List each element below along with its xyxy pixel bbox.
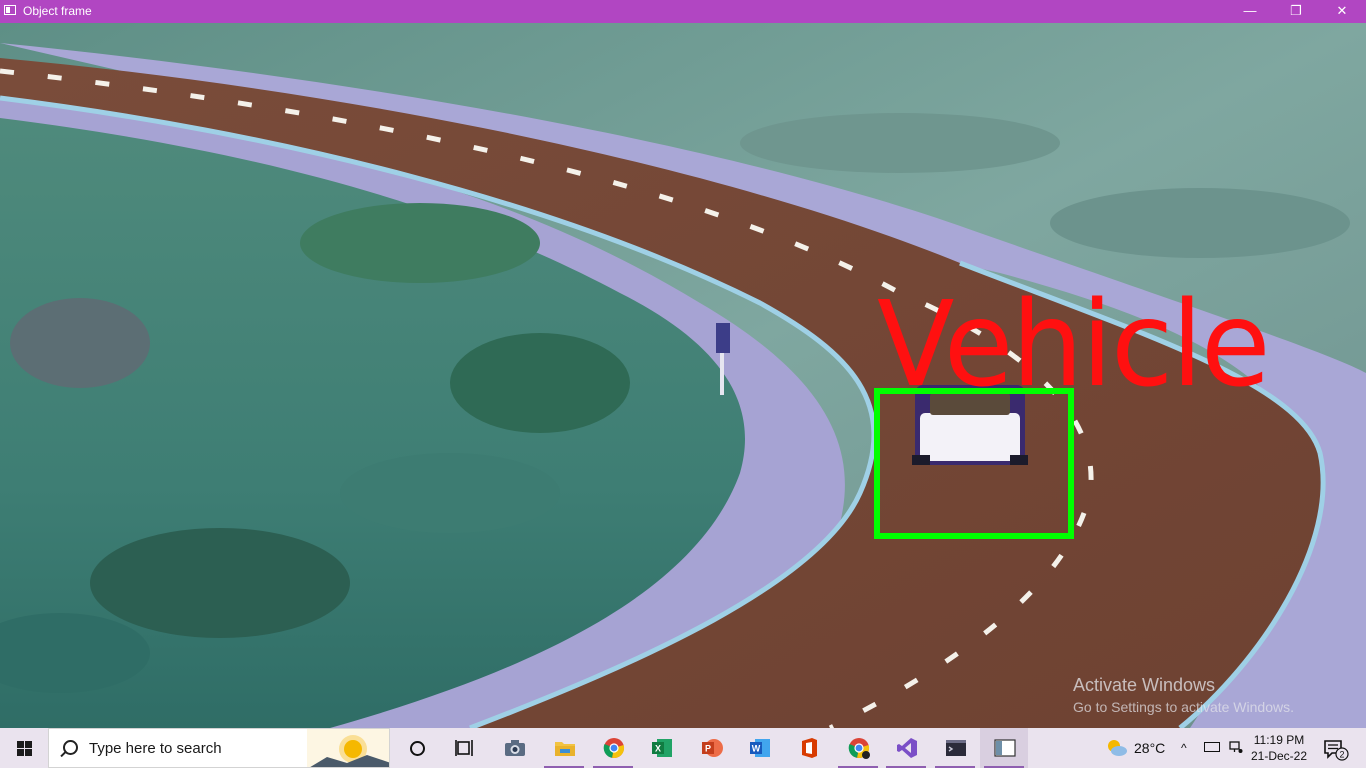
taskbar-app-visual-studio[interactable] — [882, 728, 930, 768]
maximize-button[interactable]: ❐ — [1273, 0, 1319, 23]
svg-text:W: W — [752, 744, 761, 754]
taskbar-app-file-explorer[interactable] — [540, 728, 588, 768]
detection-label: Vehicle — [877, 275, 1271, 413]
start-button[interactable] — [0, 728, 48, 768]
taskbar-clock[interactable]: 11:19 PM 21-Dec-22 — [1250, 732, 1308, 764]
taskbar-app-terminal[interactable] — [931, 728, 979, 768]
word-icon: W — [750, 739, 770, 757]
svg-text:X: X — [655, 744, 661, 754]
terminal-icon — [946, 740, 966, 756]
chrome-icon — [603, 738, 625, 759]
excel-icon: X — [652, 739, 672, 757]
camera-icon — [505, 740, 525, 756]
window-icon — [994, 739, 1016, 757]
video-frame: Vehicle Activate Windows Go to Settings … — [0, 23, 1366, 728]
taskbar-search[interactable]: Type here to search — [48, 728, 390, 768]
search-placeholder: Type here to search — [89, 740, 222, 757]
title-bar: Object frame — ❐ ✕ — [0, 0, 1366, 23]
app-window-icon — [4, 5, 16, 15]
powerpoint-icon: P — [702, 739, 723, 757]
search-highlight-image — [307, 729, 389, 767]
window-title: Object frame — [23, 4, 92, 18]
taskbar-app-chrome-profile[interactable] — [834, 728, 882, 768]
battery-icon[interactable] — [1204, 742, 1220, 752]
weather-widget[interactable]: 28°C — [1102, 728, 1174, 768]
svg-text:P: P — [705, 744, 711, 754]
taskbar-app-camera[interactable] — [490, 728, 538, 768]
minimize-button[interactable]: — — [1227, 0, 1273, 23]
folder-icon — [555, 742, 575, 756]
visual-studio-icon — [897, 738, 917, 758]
weather-temperature: 28°C — [1134, 740, 1166, 756]
taskbar-app-powerpoint[interactable]: P — [687, 728, 735, 768]
task-view-button[interactable] — [440, 728, 488, 768]
chrome-icon — [848, 738, 870, 759]
chevron-up-icon[interactable]: ^ — [1181, 741, 1187, 755]
circle-icon — [410, 741, 425, 756]
clock-date: 21-Dec-22 — [1250, 749, 1308, 763]
taskbar-app-excel[interactable]: X — [637, 728, 685, 768]
notification-count: 2 — [1339, 750, 1344, 760]
search-icon — [63, 740, 78, 755]
activate-windows-subtitle: Go to Settings to activate Windows. — [1073, 699, 1294, 715]
cortana-button[interactable] — [392, 728, 440, 768]
taskbar: Type here to search X P W 28°C ^ 11:19 P… — [0, 728, 1366, 768]
taskbar-app-office[interactable] — [784, 728, 832, 768]
taskbar-app-word[interactable]: W — [735, 728, 783, 768]
partly-cloudy-icon — [1108, 740, 1127, 756]
detection-bounding-box — [874, 388, 1074, 539]
taskbar-app-chrome[interactable] — [589, 728, 637, 768]
office-icon — [802, 738, 817, 758]
clock-time: 11:19 PM — [1253, 733, 1305, 747]
task-view-icon — [455, 740, 473, 756]
close-button[interactable]: ✕ — [1319, 0, 1365, 23]
network-icon[interactable] — [1229, 740, 1243, 754]
notification-icon[interactable]: 2 — [1322, 737, 1350, 761]
taskbar-app-object-frame[interactable] — [980, 728, 1028, 768]
activate-windows-title: Activate Windows — [1073, 675, 1216, 695]
